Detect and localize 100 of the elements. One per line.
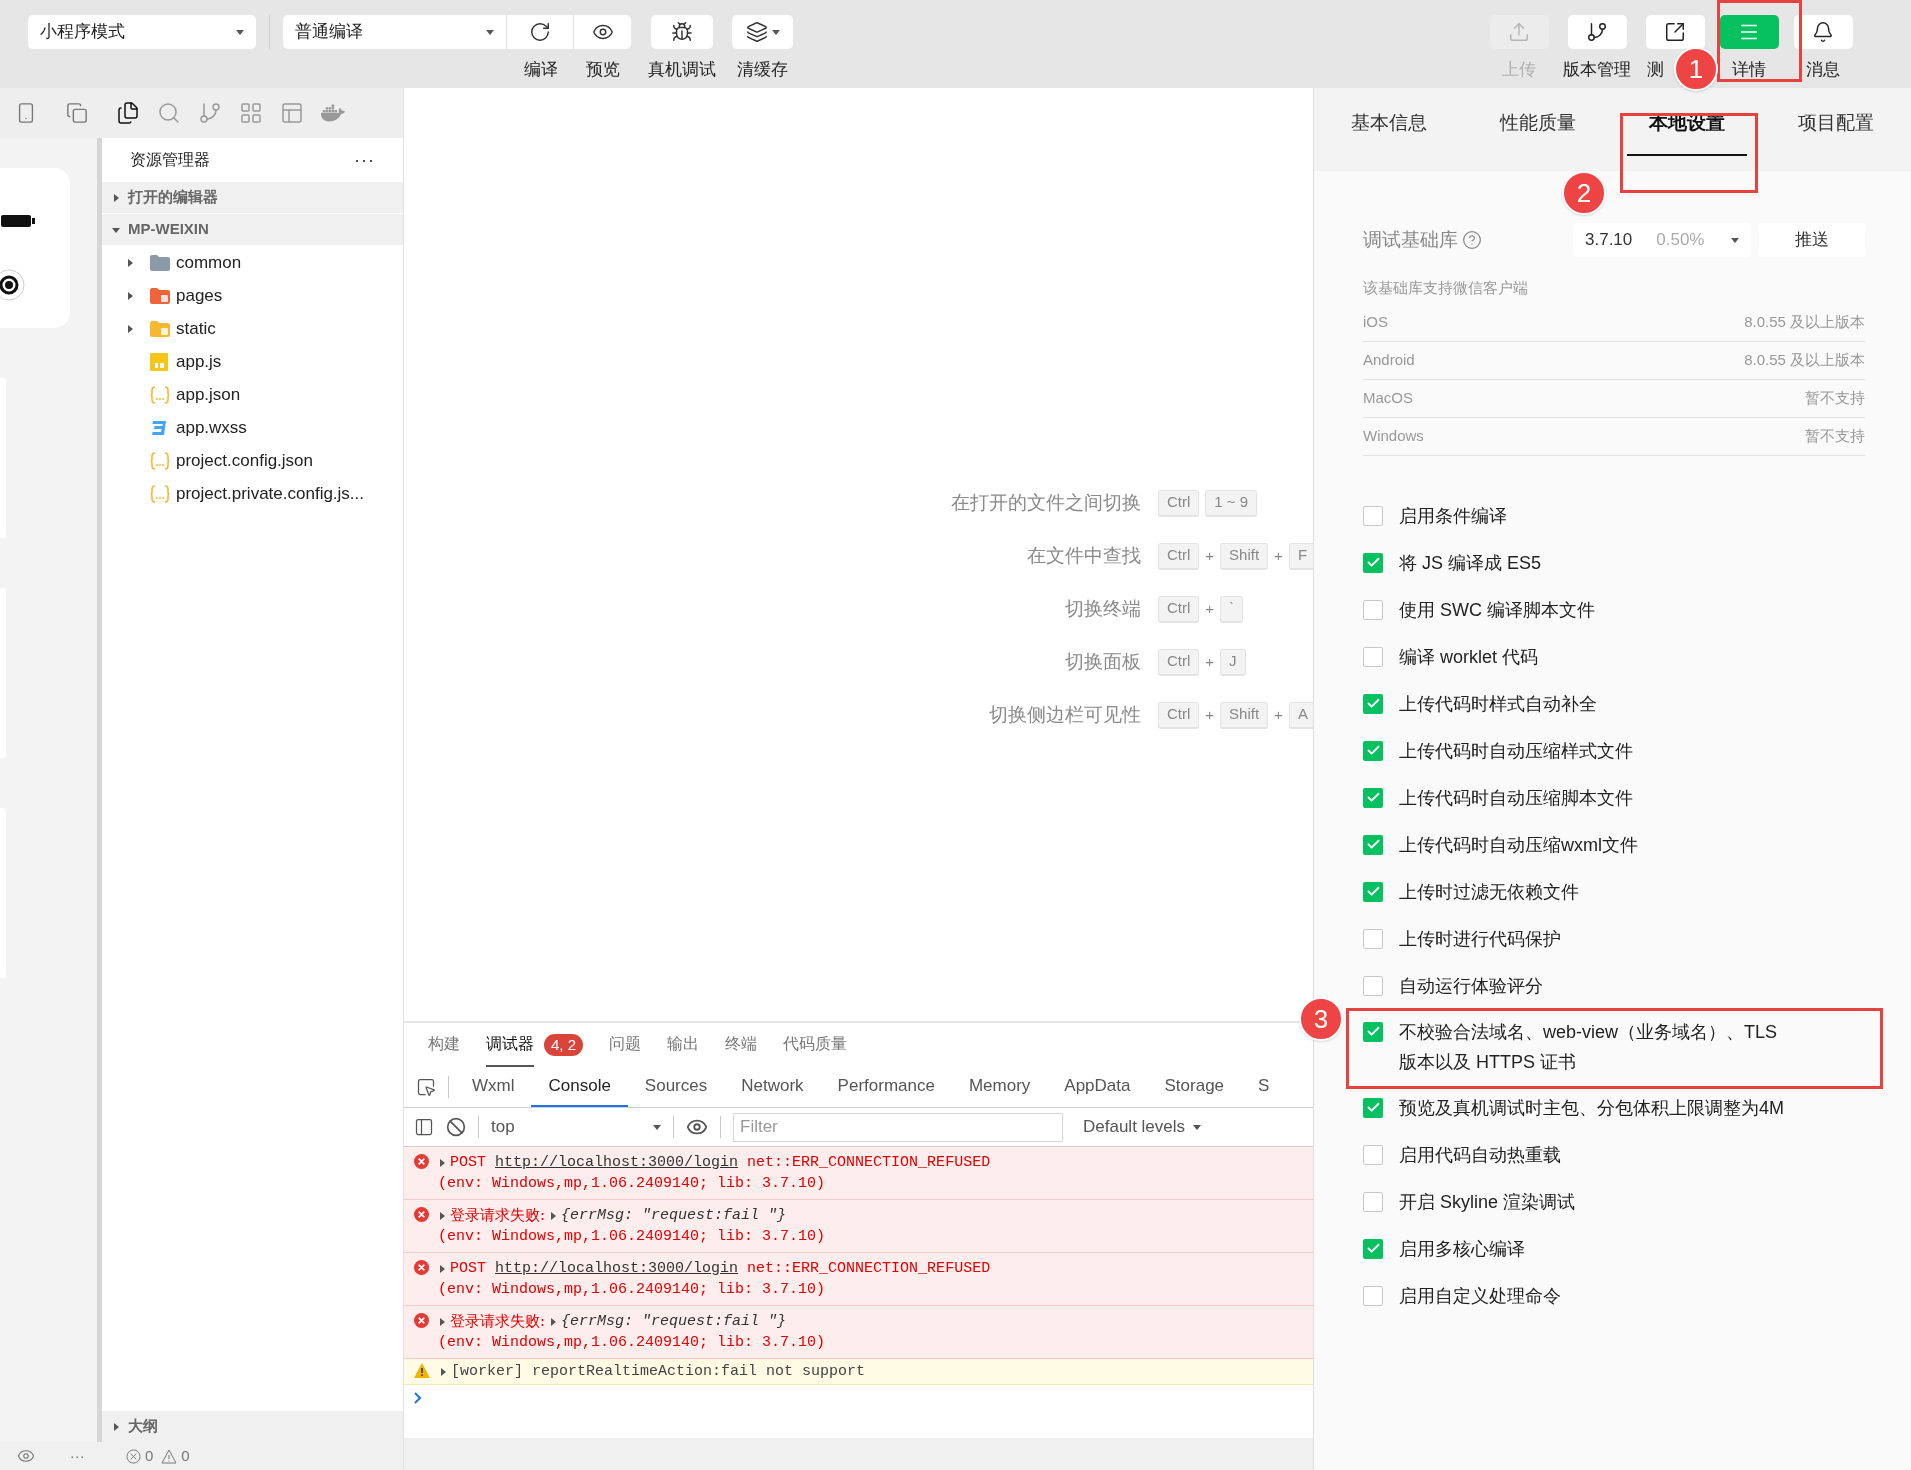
toolbar-label: 测 [1647, 59, 1664, 81]
checkbox[interactable] [1363, 1144, 1383, 1165]
tree-item[interactable]: project.private.config.js... [102, 477, 403, 510]
checkbox[interactable] [1363, 928, 1383, 949]
tree-item[interactable]: app.wxss [102, 411, 403, 444]
checkbox[interactable] [1363, 693, 1383, 714]
checkbox[interactable] [1363, 599, 1383, 620]
option-label: 上传代码时自动压缩wxml文件 [1399, 833, 1638, 857]
option-label: 启用多核心编译 [1399, 1237, 1525, 1261]
toolbar-button[interactable] [574, 15, 631, 49]
panel-tab[interactable]: 终端 [725, 1023, 758, 1067]
platform-name: MacOS [1363, 387, 1413, 408]
log-object: {errMsg: "request:fail "} [561, 1312, 787, 1332]
panel-tab[interactable]: 构建 [428, 1023, 460, 1067]
tree-section[interactable]: 打开的编辑器 [102, 182, 403, 214]
windows-icon[interactable] [65, 102, 88, 124]
eye-icon[interactable] [17, 1447, 36, 1465]
devtools-tab[interactable]: Console [531, 1067, 628, 1107]
devtools-tab[interactable]: Wxml [455, 1067, 532, 1107]
checkbox[interactable] [1363, 646, 1383, 667]
check-icon [1365, 743, 1381, 758]
platform-name: Android [1363, 349, 1415, 370]
more-button[interactable]: ··· [354, 146, 375, 174]
folder-icon [150, 254, 170, 271]
filter-field[interactable]: Filter [733, 1112, 1063, 1142]
check-icon [1365, 790, 1381, 805]
tree-item[interactable]: common [102, 246, 403, 279]
toolbar-button[interactable] [507, 15, 574, 49]
devtools-tab[interactable]: Performance [820, 1067, 952, 1107]
toolbar-label: 版本管理 [1563, 59, 1631, 81]
toolbar-label: 预览 [585, 59, 620, 81]
details-tab[interactable]: 基本信息 [1314, 88, 1464, 171]
levels-select[interactable]: Default levels [1083, 1114, 1202, 1140]
checkbox[interactable] [1363, 787, 1383, 808]
key-cap: Ctrl [1158, 701, 1200, 729]
option-label: 将 JS 编译成 ES5 [1399, 551, 1542, 575]
tree-item[interactable]: pages [102, 279, 403, 312]
toolbar-button[interactable] [1567, 15, 1627, 49]
toolbar-button[interactable] [732, 15, 793, 49]
checkbox[interactable] [1363, 552, 1383, 573]
activity-button[interactable] [116, 101, 140, 125]
toolbar-label: 详情 [1732, 59, 1766, 81]
log-message: [worker] reportRealtimeAction:fail not support [451, 1362, 866, 1382]
plus-sign: + [1274, 704, 1283, 725]
tree-item[interactable]: static [102, 312, 403, 345]
push-button[interactable]: 推送 [1759, 223, 1865, 257]
mode-select[interactable]: 小程序模式 [28, 15, 256, 49]
log-link[interactable]: http://localhost:3000/login [495, 1260, 739, 1277]
devtools-tab[interactable]: Sources [627, 1067, 725, 1107]
shortcut-label: 在打开的文件之间切换 [950, 490, 1141, 515]
checkbox[interactable] [1363, 834, 1383, 855]
sidebar-icon[interactable] [414, 1117, 434, 1137]
toolbar-button[interactable] [1793, 15, 1853, 49]
checkbox[interactable] [1363, 975, 1383, 996]
help-icon[interactable] [1462, 230, 1482, 250]
checkbox[interactable] [1363, 881, 1383, 902]
inspect-icon[interactable] [416, 1077, 436, 1097]
key-cap: Shift [1220, 701, 1269, 729]
caret-icon [549, 1317, 558, 1326]
checkbox[interactable] [1363, 505, 1383, 526]
toolbar-button[interactable] [1645, 15, 1705, 49]
clear-icon[interactable] [446, 1117, 466, 1137]
details-tab[interactable]: 项目配置 [1761, 88, 1911, 171]
log-link[interactable]: http://localhost:3000/login [495, 1154, 739, 1171]
devtools-tab[interactable]: Network [724, 1067, 821, 1107]
toolbar-button[interactable] [651, 15, 713, 49]
tree-item[interactable]: app.json [102, 378, 403, 411]
tree-section[interactable]: MP-WEIXIN [102, 214, 403, 246]
panel-tab[interactable]: 问题 [609, 1023, 642, 1067]
compile-select[interactable]: 普通编译 [283, 15, 507, 49]
tree-section[interactable]: 大纲 [102, 1411, 403, 1442]
layout-icon [280, 101, 304, 125]
devtools-tab[interactable]: Storage [1147, 1067, 1242, 1107]
checkbox[interactable] [1363, 1285, 1383, 1306]
key-cap: Ctrl [1158, 595, 1200, 623]
panel-tab[interactable]: 代码质量 [783, 1023, 848, 1067]
checkbox[interactable] [1363, 1021, 1383, 1042]
option-label: 上传代码时样式自动补全 [1399, 692, 1597, 716]
checkbox[interactable] [1363, 740, 1383, 761]
check-icon [1365, 1100, 1381, 1115]
version-select[interactable]: 3.7.10 0.50% [1573, 223, 1751, 257]
tree-item[interactable]: app.js [102, 345, 403, 378]
panel-tab[interactable]: 输出 [667, 1023, 700, 1067]
devtools-tab[interactable]: S [1241, 1067, 1287, 1107]
log-detail: (env: Windows,mp,1.06.2409140; lib: 3.7.10) [438, 1333, 826, 1353]
key-cap: J [1220, 648, 1246, 676]
devtools-tab[interactable]: Memory [951, 1067, 1048, 1107]
context-select[interactable]: top [491, 1114, 661, 1140]
details-tab[interactable]: 性能质量 [1463, 88, 1613, 171]
checkbox[interactable] [1363, 1191, 1383, 1212]
setting-label: 调试基础库 [1363, 227, 1458, 252]
key-cap: F [1288, 542, 1313, 570]
css-file-icon [150, 418, 168, 437]
checkbox[interactable] [1363, 1097, 1383, 1118]
upload-icon [1508, 21, 1530, 43]
devtools-tab[interactable]: AppData [1047, 1067, 1148, 1107]
more-button[interactable]: ··· [69, 1444, 85, 1468]
tree-item[interactable]: project.config.json [102, 444, 403, 477]
checkbox[interactable] [1363, 1238, 1383, 1259]
check-icon [1365, 884, 1381, 899]
